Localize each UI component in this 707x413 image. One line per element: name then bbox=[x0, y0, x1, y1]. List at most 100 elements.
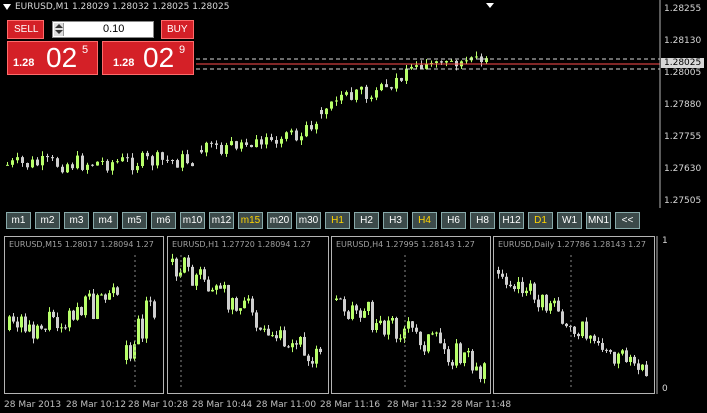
sub-axis-bottom: 0 bbox=[662, 384, 668, 394]
main-candle-body bbox=[405, 68, 408, 81]
main-candle-body bbox=[395, 77, 398, 89]
main-candle-body bbox=[210, 142, 213, 144]
main-candle-body bbox=[345, 92, 348, 95]
time-tick: 28 Mar 11:00 bbox=[256, 400, 317, 410]
tf-button-m12[interactable]: m12 bbox=[209, 212, 234, 229]
price-tick: 1.28130 bbox=[664, 36, 702, 46]
tf-button-m5[interactable]: m5 bbox=[122, 212, 147, 229]
main-candle-body bbox=[106, 160, 109, 171]
main-candle-body bbox=[260, 139, 263, 145]
main-candle-body bbox=[435, 61, 438, 63]
sell-price-box[interactable]: 1.28 02 5 bbox=[7, 41, 98, 75]
tf-button-m15[interactable]: m15 bbox=[238, 212, 263, 229]
panel-daily[interactable]: EURUSD,Daily 1.27786 1.28143 1.27 bbox=[493, 236, 655, 394]
tf-button-m6[interactable]: m6 bbox=[151, 212, 176, 229]
decrease-icon[interactable] bbox=[55, 30, 63, 34]
main-candle-body bbox=[375, 90, 378, 98]
main-candle-body bbox=[300, 136, 303, 141]
main-candle-body bbox=[235, 141, 238, 149]
tf-button-m4[interactable]: m4 bbox=[93, 212, 118, 229]
tf-button-m10[interactable]: m10 bbox=[180, 212, 205, 229]
buy-price-box[interactable]: 1.28 02 9 bbox=[102, 41, 194, 75]
tf-button-h4[interactable]: H4 bbox=[412, 212, 437, 229]
main-candle-body bbox=[255, 139, 258, 148]
main-candle-body bbox=[225, 145, 228, 154]
tf-button-d1[interactable]: D1 bbox=[528, 212, 553, 229]
main-candle-body bbox=[330, 101, 333, 109]
main-candle-body bbox=[415, 65, 418, 67]
chart-menu-icon[interactable] bbox=[3, 4, 11, 10]
main-candle-body bbox=[86, 164, 89, 170]
price-tick: 1.27630 bbox=[664, 164, 702, 174]
chart-shift-icon bbox=[486, 3, 494, 8]
main-candle-body bbox=[270, 137, 273, 140]
tf-button-m30[interactable]: m30 bbox=[296, 212, 321, 229]
main-candle-body bbox=[161, 152, 164, 160]
main-candle-body bbox=[156, 152, 159, 166]
main-candle-body bbox=[51, 157, 54, 159]
main-candle-body bbox=[116, 161, 119, 163]
buy-button[interactable]: BUY bbox=[161, 20, 194, 39]
panel-m15[interactable]: EURUSD,M15 1.28017 1.28094 1.27 bbox=[4, 236, 164, 394]
main-candle-body bbox=[151, 156, 154, 166]
main-candle-body bbox=[36, 159, 39, 166]
price-tick: 1.27880 bbox=[664, 100, 702, 110]
main-candle-body bbox=[385, 84, 388, 88]
main-candle-body bbox=[26, 163, 29, 168]
tf-button-h6[interactable]: H6 bbox=[441, 212, 466, 229]
tf-button-collapse[interactable]: << bbox=[615, 212, 640, 229]
time-tick: 28 Mar 10:12 bbox=[66, 400, 127, 410]
tf-button-h3[interactable]: H3 bbox=[383, 212, 408, 229]
main-candle-body bbox=[285, 132, 288, 139]
main-candle-body bbox=[380, 84, 383, 91]
chart-title: EURUSD,M1 1.28029 1.28032 1.28025 1.2802… bbox=[3, 2, 229, 12]
main-candle-body bbox=[400, 77, 403, 81]
panel-h4[interactable]: EURUSD,H4 1.27995 1.28143 1.27 bbox=[331, 236, 491, 394]
main-candle-body bbox=[265, 137, 268, 145]
main-candle-body bbox=[96, 161, 99, 166]
panel-h1[interactable]: EURUSD,H1 1.27720 1.28094 1.27 bbox=[167, 236, 329, 394]
main-candle-body bbox=[200, 150, 203, 153]
main-candle-body bbox=[475, 56, 478, 58]
main-candle-body bbox=[191, 163, 194, 167]
main-candle-body bbox=[11, 160, 14, 165]
main-candle-body bbox=[350, 92, 353, 100]
main-candle-body bbox=[121, 157, 124, 162]
main-candle-body bbox=[146, 152, 149, 157]
increase-icon[interactable] bbox=[55, 24, 63, 28]
main-candle-body bbox=[245, 142, 248, 145]
tf-button-m2[interactable]: m2 bbox=[35, 212, 60, 229]
main-candle-body bbox=[275, 139, 278, 144]
main-candle-body bbox=[141, 152, 144, 167]
main-candle-body bbox=[310, 125, 313, 130]
sell-button[interactable]: SELL bbox=[7, 20, 44, 39]
main-candle-body bbox=[91, 164, 94, 166]
tf-button-m20[interactable]: m20 bbox=[267, 212, 292, 229]
main-candle-body bbox=[215, 143, 218, 145]
tf-button-h2[interactable]: H2 bbox=[354, 212, 379, 229]
price-tick: 1.27755 bbox=[664, 132, 702, 142]
volume-spinner[interactable] bbox=[54, 23, 64, 36]
tf-button-m1[interactable]: m1 bbox=[6, 212, 31, 229]
time-tick: 28 Mar 11:32 bbox=[387, 400, 448, 410]
main-candle-body bbox=[181, 154, 184, 168]
main-candle-body bbox=[186, 154, 189, 164]
time-tick: 28 Mar 2013 bbox=[4, 400, 62, 410]
main-candle-body bbox=[325, 108, 328, 115]
main-candle-body bbox=[66, 164, 69, 173]
main-candle-body bbox=[56, 158, 59, 167]
main-candle-body bbox=[440, 61, 443, 63]
main-candle-body bbox=[176, 160, 179, 168]
tf-button-h8[interactable]: H8 bbox=[470, 212, 495, 229]
volume-field[interactable]: 0.10 bbox=[52, 21, 154, 38]
main-candle-body bbox=[295, 130, 298, 141]
tf-button-m3[interactable]: m3 bbox=[64, 212, 89, 229]
main-candle-body bbox=[320, 110, 323, 115]
main-candle-body bbox=[410, 66, 413, 69]
tf-button-h12[interactable]: H12 bbox=[499, 212, 524, 229]
tf-button-h1[interactable]: H1 bbox=[325, 212, 350, 229]
main-candle-body bbox=[126, 157, 129, 159]
main-candle-body bbox=[355, 89, 358, 100]
tf-button-w1[interactable]: W1 bbox=[557, 212, 582, 229]
tf-button-mn1[interactable]: MN1 bbox=[586, 212, 611, 229]
